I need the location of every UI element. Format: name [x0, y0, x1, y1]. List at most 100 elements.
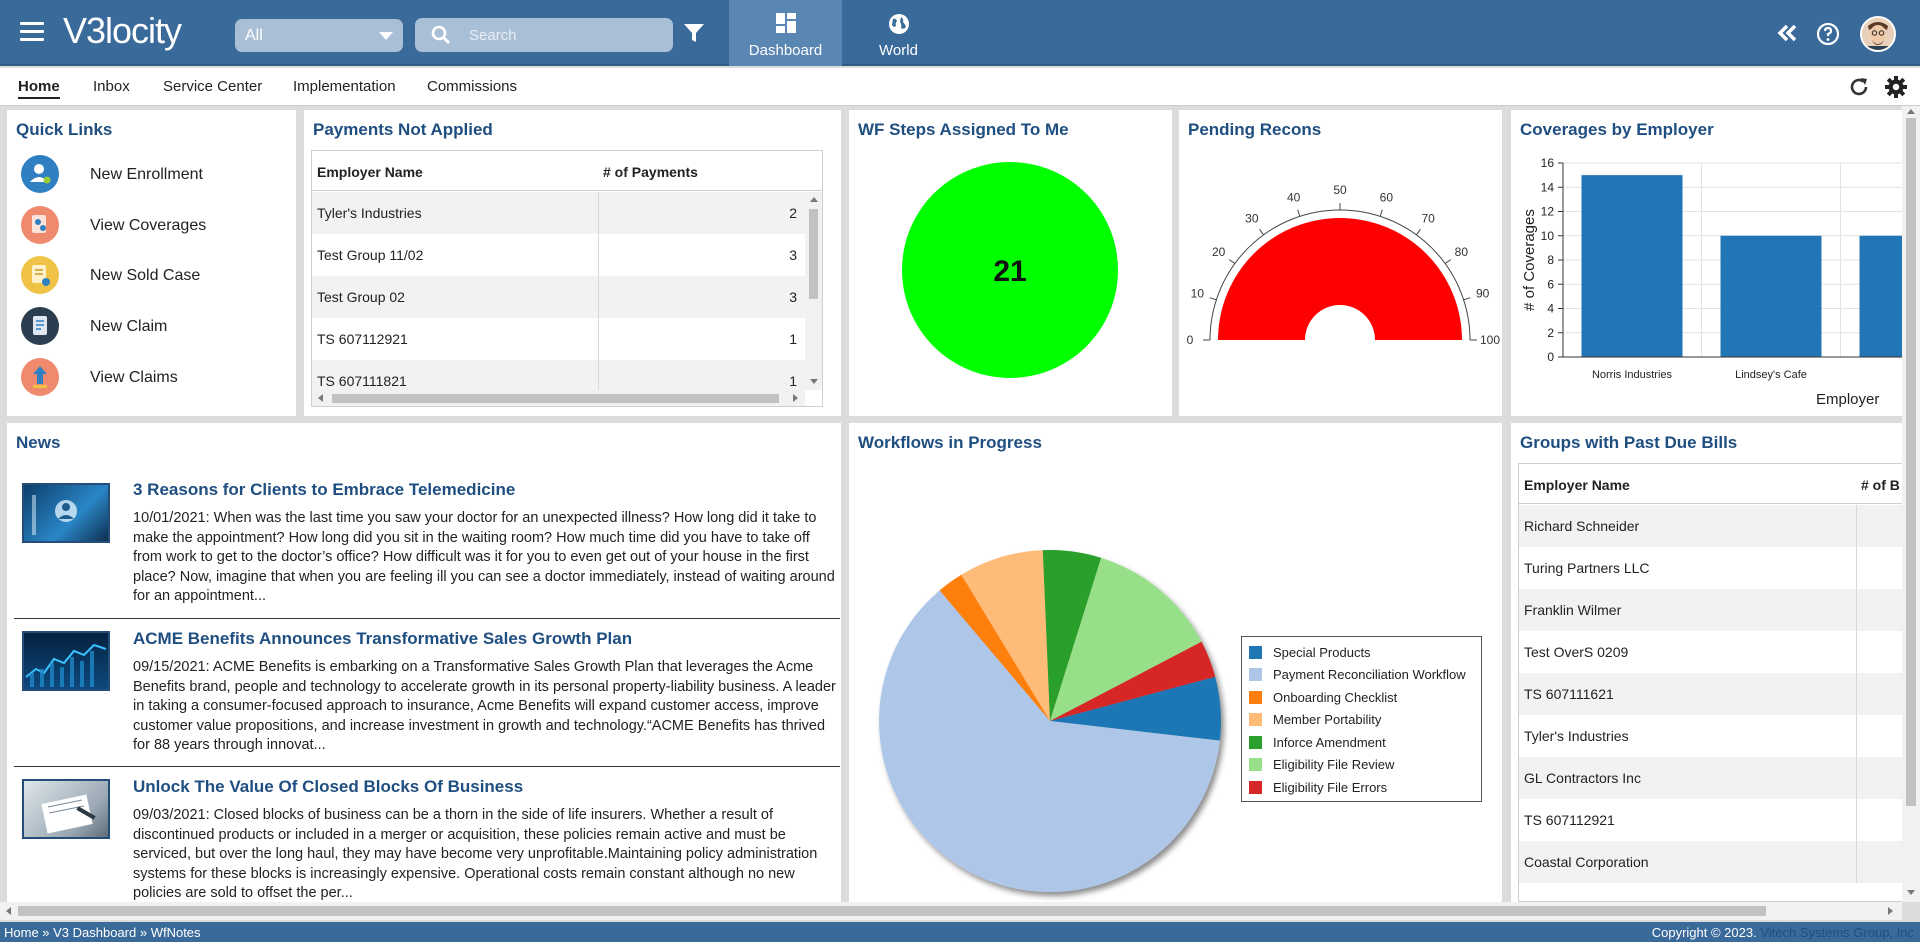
column-header[interactable]: # of B	[1861, 477, 1900, 493]
scroll-thumb[interactable]	[18, 906, 1766, 916]
payment-count: 1	[789, 373, 797, 389]
scroll-right-icon[interactable]	[793, 394, 798, 402]
collapse-icon[interactable]	[1776, 22, 1798, 44]
scroll-right-icon[interactable]	[1888, 907, 1893, 915]
bar[interactable]	[1581, 175, 1683, 357]
globe-icon	[888, 14, 909, 34]
horizontal-scrollbar[interactable]	[312, 390, 805, 406]
enrollment-icon	[21, 155, 59, 193]
app-logo[interactable]: V3locity	[63, 10, 182, 52]
gauge-fill[interactable]	[1218, 218, 1462, 340]
news-headline[interactable]: Unlock The Value Of Closed Blocks Of Bus…	[133, 777, 523, 797]
news-panel: News 3 Reasons for Clients to Embrace Te…	[7, 423, 841, 902]
scroll-up-icon[interactable]	[1907, 109, 1915, 114]
page-vertical-scrollbar[interactable]	[1902, 106, 1920, 902]
gauge-tick	[1297, 209, 1301, 217]
divider	[14, 618, 840, 619]
telemedicine-image-icon	[32, 495, 77, 535]
y-tick-label: 8	[1547, 253, 1554, 267]
bar[interactable]	[1859, 235, 1903, 357]
sold-case-icon	[21, 256, 59, 294]
tab-implementation[interactable]: Implementation	[293, 78, 396, 95]
employer-name: Franklin Wilmer	[1524, 602, 1622, 618]
y-axis-label: # of Coverages	[1521, 209, 1538, 311]
employer-name: Test Group 11/02	[317, 247, 424, 263]
y-tick-label: 6	[1547, 277, 1554, 291]
table-row[interactable]: TS 607112921	[1519, 799, 1902, 841]
news-thumbnail[interactable]	[22, 631, 110, 691]
table-row[interactable]: Coastal Corporation	[1519, 841, 1902, 883]
scroll-up-icon[interactable]	[810, 197, 818, 202]
legend-swatch	[1249, 646, 1262, 659]
table-row[interactable]: Franklin Wilmer	[1519, 589, 1902, 631]
table-row[interactable]: Test Group 02 3	[312, 276, 805, 318]
legend-label: Eligibility File Errors	[1273, 780, 1388, 795]
legend-swatch	[1249, 713, 1262, 726]
table-row[interactable]: Test Group 11/02 3	[312, 234, 805, 276]
quick-link-label: View Claims	[90, 369, 178, 386]
news-headline[interactable]: 3 Reasons for Clients to Embrace Telemed…	[133, 480, 515, 500]
coverages-panel: Coverages by Employer 0 2 4 6 8 10 12 14 16 Norri…	[1511, 110, 1902, 416]
refresh-icon[interactable]	[1848, 76, 1870, 98]
pending-recons-panel: Pending Recons 0 10 20 30 40 50 60 70 80 90 100	[1179, 110, 1502, 416]
column-header[interactable]: Employer Name	[317, 164, 423, 180]
scroll-down-icon[interactable]	[810, 379, 818, 384]
y-tick-label: 10	[1541, 229, 1555, 243]
bar[interactable]	[1720, 235, 1822, 357]
table-row[interactable]: TS 607111621	[1519, 673, 1902, 715]
workflows-panel: Workflows in Progress Special Products P…	[849, 423, 1502, 902]
table-row[interactable]: Tyler's Industries	[1519, 715, 1902, 757]
tab-inbox[interactable]: Inbox	[93, 78, 130, 95]
search-box[interactable]	[415, 18, 673, 52]
pie-legend: Special Products Payment Reconciliation …	[1241, 636, 1482, 802]
page-horizontal-scrollbar[interactable]	[0, 902, 1902, 920]
vertical-scrollbar[interactable]	[805, 192, 822, 390]
nav-dashboard[interactable]: Dashboard	[729, 0, 842, 66]
table-row[interactable]: TS 607111821 1	[312, 360, 805, 390]
gauge-tick	[1379, 209, 1383, 217]
gauge-tick	[1228, 259, 1236, 264]
gauge-tick-label: 0	[1187, 333, 1194, 347]
search-input[interactable]	[469, 25, 659, 45]
nav-world[interactable]: World	[842, 0, 955, 66]
breadcrumb[interactable]: Home » V3 Dashboard » WfNotes	[4, 925, 201, 940]
tab-service-center[interactable]: Service Center	[163, 78, 262, 95]
scroll-thumb[interactable]	[1906, 118, 1916, 806]
filter-icon[interactable]	[683, 22, 705, 44]
legend-swatch	[1249, 691, 1262, 704]
user-avatar[interactable]	[1860, 16, 1896, 52]
footer: Home » V3 Dashboard » WfNotes Copyright …	[0, 922, 1920, 942]
menu-icon[interactable]	[20, 22, 44, 42]
quick-link-label: View Coverages	[90, 217, 207, 234]
news-thumbnail[interactable]	[22, 779, 110, 839]
gauge-tick-label: 80	[1455, 245, 1469, 259]
column-header[interactable]: # of Payments	[603, 164, 698, 180]
payment-count: 2	[789, 205, 797, 221]
table-row[interactable]: GL Contractors Inc	[1519, 757, 1902, 799]
scroll-left-icon[interactable]	[318, 394, 323, 402]
tab-commissions[interactable]: Commissions	[427, 78, 517, 95]
column-header[interactable]: Employer Name	[1524, 477, 1630, 493]
gear-icon[interactable]	[1884, 75, 1908, 99]
table-row[interactable]: Test OverS 0209	[1519, 631, 1902, 673]
table-row[interactable]: Richard Schneider	[1519, 505, 1902, 547]
tab-home[interactable]: Home	[18, 78, 60, 99]
legend-label: Member Portability	[1273, 712, 1382, 727]
help-icon[interactable]	[1816, 22, 1840, 46]
scroll-thumb[interactable]	[809, 209, 818, 299]
news-thumbnail[interactable]	[22, 483, 110, 543]
table-row[interactable]: TS 607112921 1	[312, 318, 805, 360]
table-row[interactable]: Tyler's Industries 2	[312, 192, 805, 234]
scroll-down-icon[interactable]	[1907, 890, 1915, 895]
y-tick-label: 14	[1541, 180, 1555, 194]
legend-swatch	[1249, 736, 1262, 749]
company-link[interactable]: Vitech Systems Group, Inc	[1760, 925, 1914, 940]
table-row[interactable]: Turing Partners LLC	[1519, 547, 1902, 589]
scroll-left-icon[interactable]	[6, 907, 11, 915]
news-headline[interactable]: ACME Benefits Announces Transformative S…	[133, 629, 632, 649]
scope-select[interactable]: All	[235, 19, 403, 52]
payment-count: 1	[789, 331, 797, 347]
x-tick-label: Lindsey's Cafe	[1735, 369, 1807, 381]
news-body: 10/01/2021: When was the last time you s…	[133, 510, 835, 604]
scroll-thumb[interactable]	[332, 394, 779, 403]
